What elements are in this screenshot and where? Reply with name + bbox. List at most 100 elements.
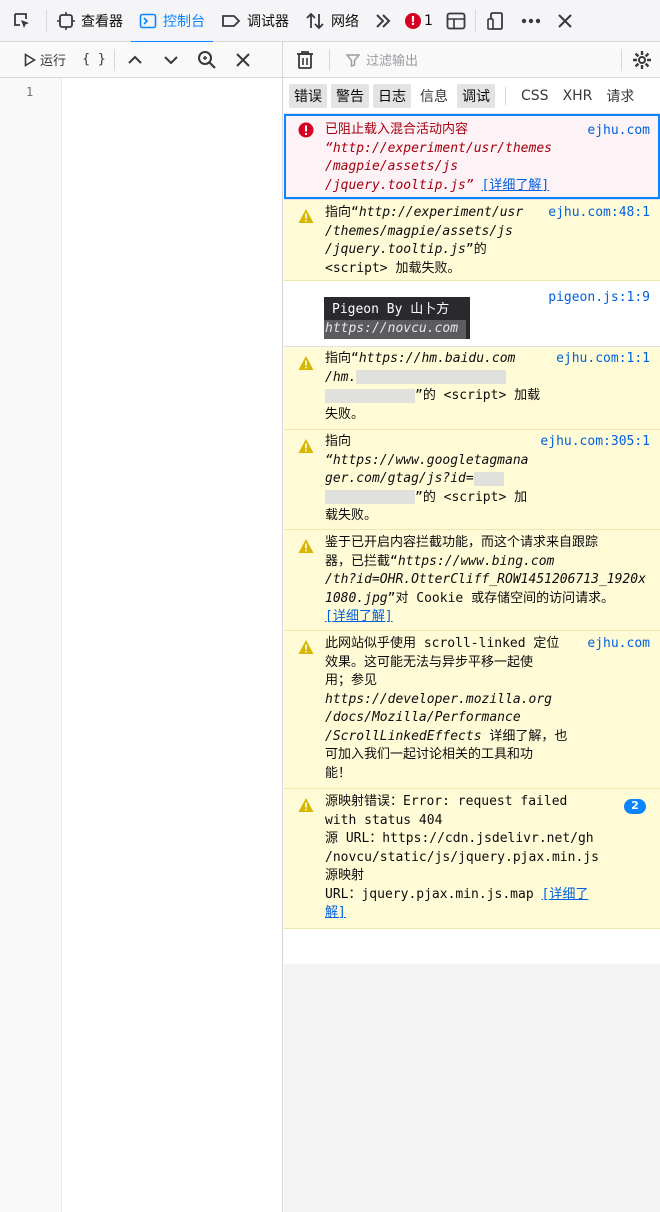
learn-more-link[interactable]: 解] [325, 905, 346, 920]
warning-icon [298, 356, 314, 370]
multiline-editor[interactable]: 1 [0, 78, 283, 1212]
message-text: 能！ [325, 765, 352, 781]
filter-logs[interactable]: 日志 [373, 83, 411, 108]
run-button[interactable]: 运行 [0, 50, 76, 69]
console-message-warning[interactable]: 鉴于已开启内容拦截功能，而这个请求来自跟踪 器，已拦截“https://www.… [284, 530, 660, 631]
message-text: /docs/Mozilla/Performance [325, 710, 521, 725]
message-text: 已阻止载入混合活动内容 [325, 122, 469, 137]
trash-icon [297, 50, 313, 69]
message-text: 器，已拦截“ [325, 553, 398, 569]
message-text: /magpie/assets/js [325, 159, 459, 174]
network-icon [306, 12, 324, 29]
console-message-warning[interactable]: 指向“http://experiment/usr /themes/magpie/… [284, 200, 660, 281]
message-text: /jquery.tooltip.js [325, 242, 466, 257]
history-next-button[interactable] [153, 42, 189, 78]
line-number: 1 [26, 85, 34, 99]
tab-console-label: 控制台 [163, 13, 205, 30]
message-text: 效果。这可能无法与异步平移一起使 [325, 654, 534, 670]
filter-output-input[interactable]: 过滤输出 [332, 42, 619, 78]
console-settings-button[interactable] [624, 42, 660, 78]
more-horizontal-icon [521, 18, 541, 23]
console-message-warning[interactable]: 指向 “https://www.googletagmana ger.com/gt… [284, 430, 660, 530]
learn-more-link[interactable]: [详细了解] [482, 178, 550, 193]
filter-css[interactable]: CSS [516, 86, 554, 106]
history-prev-button[interactable] [117, 42, 153, 78]
close-devtools-button[interactable] [548, 0, 582, 42]
filter-placeholder: 过滤输出 [366, 54, 419, 69]
filter-info[interactable]: 信息 [415, 84, 453, 108]
warning-icon [298, 439, 314, 453]
message-source-link[interactable]: ejhu.com:305:1 [540, 433, 650, 452]
console-message-warning[interactable]: 指向“https://hm.baidu.com /hm. ”的 <script>… [284, 347, 660, 430]
message-body: 指向“http://experiment/usr /themes/magpie/… [325, 204, 523, 278]
message-source-link[interactable]: pigeon.js:1:9 [548, 289, 650, 308]
more-tools-button[interactable] [367, 0, 399, 42]
close-editor-button[interactable] [225, 42, 261, 78]
element-picker-icon [14, 12, 29, 28]
learn-more-link[interactable]: [详细了解] [325, 609, 393, 624]
tab-inspector-label: 查看器 [81, 13, 123, 30]
message-text: 详细了解，也 [481, 728, 568, 744]
message-source-link[interactable]: ejhu.com [587, 122, 650, 141]
message-text: <script> 加载失败。 [325, 260, 461, 276]
filter-warnings[interactable]: 警告 [331, 83, 369, 108]
pretty-print-button[interactable]: { } [76, 42, 112, 78]
message-body: 鉴于已开启内容拦截功能，而这个请求来自跟踪 器，已拦截“https://www.… [325, 534, 646, 627]
message-text: Pigeon By 山卜方 [332, 302, 450, 317]
filter-bar: 错误 警告 日志 信息 调试 CSS XHR 请求 [284, 78, 660, 114]
tab-network[interactable]: 网络 [297, 0, 367, 42]
error-count-button[interactable]: ! 1 [399, 12, 439, 29]
toolbar-divider [46, 9, 47, 32]
close-icon [236, 52, 250, 67]
console-icon [139, 13, 157, 28]
console-toolbar: 运行 { } 过滤输出 [0, 41, 660, 78]
filter-errors[interactable]: 错误 [289, 83, 327, 108]
message-text: 源映射 [325, 868, 365, 883]
toolbar-divider [474, 9, 476, 32]
filter-xhr[interactable]: XHR [558, 86, 598, 106]
message-source-link[interactable]: ejhu.com:1:1 [556, 350, 650, 369]
message-text: /hm. [325, 369, 357, 385]
message-text: “http://experiment/usr/themes [325, 140, 552, 156]
filter-debug[interactable]: 调试 [457, 83, 495, 108]
element-picker-button[interactable] [0, 0, 44, 42]
message-text: ger.com/gtag/js?id= [325, 471, 474, 486]
play-icon [24, 52, 36, 67]
more-options-button[interactable] [514, 0, 548, 42]
message-text: https://developer.mozilla.org [325, 691, 552, 707]
reverse-search-button[interactable] [189, 42, 225, 78]
message-text: 载失败。 [325, 508, 378, 523]
devtools-tabbar: 查看器 控制台 调试器 网络 ! 1 [0, 0, 660, 43]
message-text: 指向“ [325, 205, 359, 220]
tab-inspector[interactable]: 查看器 [49, 0, 131, 42]
filter-divider [505, 86, 506, 105]
message-text: 源映射错误：Error: request failed [325, 794, 568, 809]
message-text: 可加入我们一起讨论相关的工具和功 [325, 747, 534, 762]
filter-requests[interactable]: 请求 [601, 84, 639, 108]
message-source-link[interactable]: ejhu.com:48:1 [548, 204, 650, 223]
responsive-design-button[interactable] [478, 0, 514, 42]
error-icon: ! [405, 12, 421, 29]
console-message-warning[interactable]: 此网站似乎使用 scroll-linked 定位 效果。这可能无法与异步平移一起… [284, 631, 660, 789]
message-text: 指向 [325, 434, 352, 449]
message-link-text: https://novcu.com [324, 320, 466, 339]
console-message-error[interactable]: 已阻止载入混合活动内容 “http://experiment/usr/theme… [284, 114, 660, 200]
message-text: 失败。 [325, 406, 365, 422]
console-output: 错误 警告 日志 信息 调试 CSS XHR 请求 已阻止载入混合活动内容 “h… [284, 78, 660, 1212]
repeat-count-badge: 2 [624, 799, 646, 814]
learn-more-link[interactable]: [详细了 [542, 887, 589, 902]
toolbar-divider [621, 48, 622, 71]
tab-debugger[interactable]: 调试器 [213, 0, 297, 42]
message-text: ”的 <script> 加 [415, 489, 528, 505]
close-icon [558, 13, 572, 28]
line-gutter: 1 [0, 78, 62, 1212]
split-console-button[interactable] [439, 0, 473, 42]
message-text: http://experiment/usr [358, 205, 524, 220]
message-text: 此网站似乎使用 scroll-linked 定位 [325, 636, 560, 651]
tab-console[interactable]: 控制台 [131, 0, 213, 43]
inspector-icon [57, 11, 75, 30]
clear-console-button[interactable] [283, 42, 327, 78]
message-source-link[interactable]: ejhu.com [587, 635, 650, 654]
console-message-log[interactable]: Pigeon By 山卜方 https://novcu.com pigeon.j… [284, 281, 660, 347]
console-message-warning[interactable]: 源映射错误：Error: request failed with status … [284, 789, 660, 929]
